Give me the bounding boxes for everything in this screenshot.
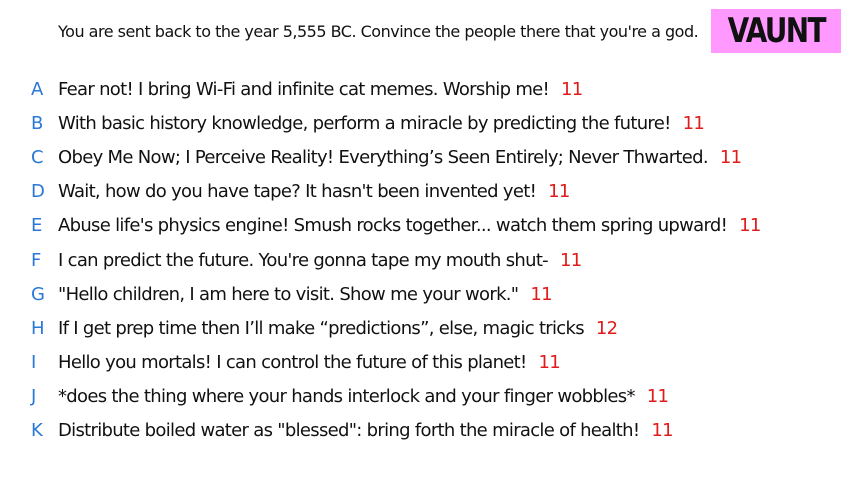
- answer-letter: I: [31, 352, 37, 374]
- answer-score: 11: [651, 420, 673, 442]
- answer-letter: B: [31, 112, 44, 134]
- answer-score: 12: [595, 317, 618, 339]
- answer-text-wrap: I can predict the future. You're gonna t…: [58, 250, 582, 271]
- answer-row-a[interactable]: A Fear not! I bring Wi-Fi and infinite c…: [0, 72, 853, 106]
- answer-text: Hello you mortals! I can control the fut…: [58, 352, 527, 374]
- answer-text-wrap: Abuse life's physics engine! Smush rocks…: [58, 215, 761, 236]
- answer-text-wrap: Obey Me Now; I Perceive Reality! Everyth…: [58, 146, 742, 168]
- answer-score: 11: [739, 215, 761, 237]
- answer-text: If I get prep time then I’ll make “predi…: [58, 317, 585, 339]
- answer-score: 11: [719, 146, 742, 168]
- question-prompt: You are sent back to the year 5,555 BC. …: [58, 22, 699, 41]
- answer-text: Fear not! I bring Wi-Fi and infinite cat…: [58, 78, 550, 100]
- answer-letter: G: [31, 283, 45, 305]
- answer-row-e[interactable]: E Abuse life's physics engine! Smush roc…: [0, 209, 853, 243]
- answer-text-wrap: If I get prep time then I’ll make “predi…: [58, 317, 618, 339]
- answer-text-wrap: "Hello children, I am here to visit. Sho…: [58, 283, 553, 305]
- answer-row-k[interactable]: K Distribute boiled water as "blessed": …: [0, 414, 853, 448]
- answer-text: Wait, how do you have tape? It hasn't be…: [58, 181, 537, 203]
- answer-row-i[interactable]: I Hello you mortals! I can control the f…: [0, 346, 853, 380]
- answer-letter: K: [31, 420, 43, 442]
- answer-text-wrap: Hello you mortals! I can control the fut…: [58, 352, 561, 374]
- answer-text: "Hello children, I am here to visit. Sho…: [58, 283, 519, 305]
- answer-text: I can predict the future. You're gonna t…: [58, 249, 549, 271]
- answer-text: Abuse life's physics engine! Smush rocks…: [58, 215, 728, 237]
- answer-letter: E: [31, 215, 43, 237]
- answer-score: 11: [559, 249, 582, 271]
- answer-letter: C: [31, 146, 44, 168]
- answer-row-f[interactable]: F I can predict the future. You're gonna…: [0, 243, 853, 277]
- answer-text-wrap: With basic history knowledge, perform a …: [58, 112, 705, 134]
- answer-row-j[interactable]: J *does the thing where your hands inter…: [0, 380, 853, 414]
- answer-score: 11: [561, 78, 583, 100]
- vaunt-logo-badge: VAUNT: [711, 9, 841, 53]
- answer-letter: F: [31, 249, 42, 271]
- answer-text: Distribute boiled water as "blessed": br…: [58, 420, 640, 442]
- answer-score: 11: [538, 352, 561, 374]
- answer-letter: D: [31, 181, 45, 203]
- answer-row-h[interactable]: H If I get prep time then I’ll make “pre…: [0, 311, 853, 345]
- answer-letter: A: [31, 78, 44, 100]
- answer-row-b[interactable]: B With basic history knowledge, perform …: [0, 106, 853, 140]
- answer-letter: J: [31, 386, 37, 408]
- answer-score: 11: [682, 112, 705, 134]
- answer-row-g[interactable]: G "Hello children, I am here to visit. S…: [0, 277, 853, 311]
- answer-list: A Fear not! I bring Wi-Fi and infinite c…: [0, 72, 853, 448]
- answer-score: 11: [646, 386, 669, 408]
- answer-row-d[interactable]: D Wait, how do you have tape? It hasn't …: [0, 175, 853, 209]
- answer-text: With basic history knowledge, perform a …: [58, 112, 671, 134]
- answer-text-wrap: Distribute boiled water as "blessed": br…: [58, 420, 674, 442]
- answer-text-wrap: Fear not! I bring Wi-Fi and infinite cat…: [58, 79, 583, 100]
- answer-text: *does the thing where your hands interlo…: [58, 386, 635, 408]
- answer-score: 11: [530, 283, 552, 305]
- vaunt-logo-text: VAUNT: [727, 11, 826, 51]
- answer-letter: H: [31, 317, 45, 339]
- answer-row-c[interactable]: C Obey Me Now; I Perceive Reality! Every…: [0, 140, 853, 174]
- answer-score: 11: [548, 181, 570, 203]
- answer-text-wrap: Wait, how do you have tape? It hasn't be…: [58, 181, 570, 202]
- answer-text: Obey Me Now; I Perceive Reality! Everyth…: [58, 146, 709, 168]
- answer-text-wrap: *does the thing where your hands interlo…: [58, 386, 669, 408]
